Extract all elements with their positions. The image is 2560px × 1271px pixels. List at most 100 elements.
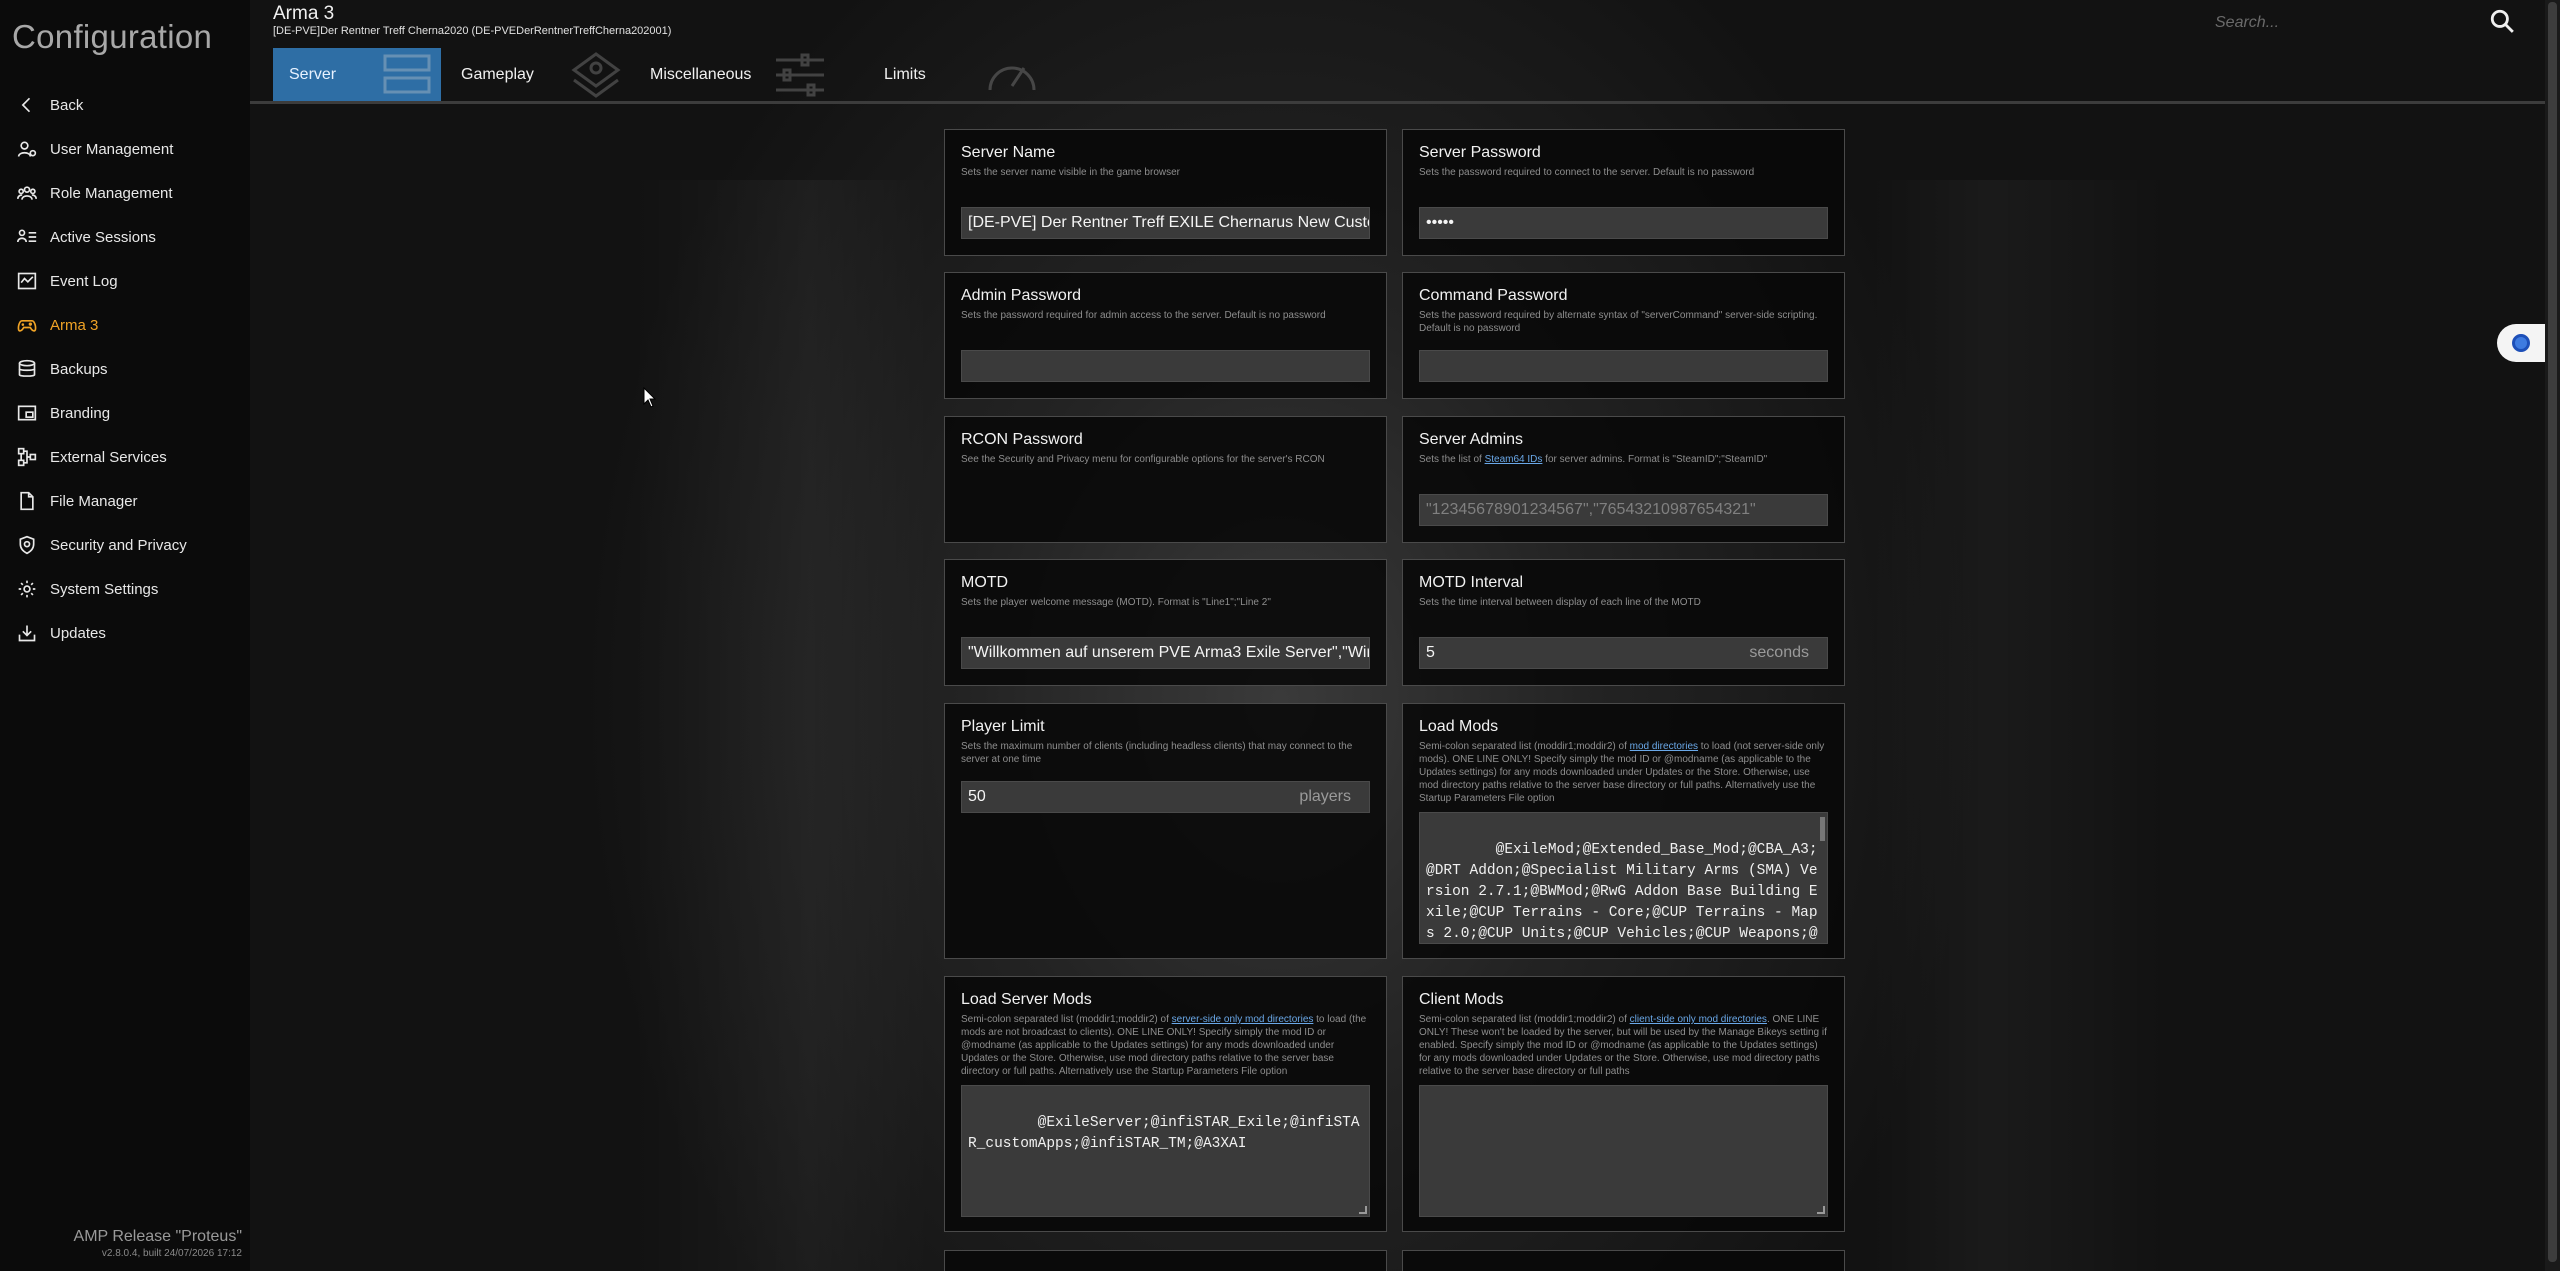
server-icon	[379, 50, 435, 100]
setting-load-mods: Load Mods Semi-colon separated list (mod…	[1402, 703, 1845, 959]
sidebar-item-file-manager[interactable]: File Manager	[0, 479, 250, 523]
gamepad-icon	[16, 314, 38, 336]
setting-rcon-password: RCON Password See the Security and Priva…	[944, 416, 1387, 543]
sidebar-item-label: Active Sessions	[50, 228, 156, 246]
steam64-ids-link[interactable]: Steam64 IDs	[1485, 454, 1543, 465]
setting-server-password: Server Password Sets the password requir…	[1402, 129, 1845, 256]
setting-server-admins: Server Admins Sets the list of Steam64 I…	[1402, 416, 1845, 543]
motd-interval-input[interactable]: 5 seconds	[1419, 637, 1828, 669]
tab-miscellaneous[interactable]: Miscellaneous	[634, 48, 834, 101]
sidebar-item-label: Branding	[50, 404, 111, 422]
server-password-input[interactable]: •••••	[1419, 207, 1828, 239]
setting-description: Semi-colon separated list (moddir1;moddi…	[961, 1013, 1370, 1078]
player-limit-value: 50	[968, 788, 986, 805]
search-bar	[2215, 6, 2515, 40]
controller-icon	[568, 50, 624, 100]
client-mods-textarea[interactable]	[1419, 1085, 1828, 1217]
sidebar-item-system-settings[interactable]: System Settings	[0, 567, 250, 611]
search-input[interactable]	[2215, 6, 2489, 40]
setting-card-partial	[944, 1250, 1387, 1271]
setting-label: Client Mods	[1419, 991, 1504, 1008]
page-scrollbar[interactable]	[2545, 0, 2560, 1271]
sidebar-item-updates[interactable]: Updates	[0, 611, 250, 655]
eye-icon	[2512, 334, 2530, 352]
instance-name: [DE-PVE]Der Rentner Treff Cherna2020 (DE…	[273, 25, 672, 37]
setting-description: Semi-colon separated list (moddir1;moddi…	[1419, 740, 1828, 805]
admin-password-input[interactable]	[961, 350, 1370, 382]
setting-label: Command Password	[1419, 287, 1568, 304]
version-info: AMP Release "Proteus" v2.8.0.4, built 24…	[2, 1228, 242, 1259]
load-mods-value: @ExileMod;@Extended_Base_Mod;@CBA_A3;@DR…	[1426, 842, 1818, 942]
mouse-cursor-icon	[643, 386, 657, 414]
setting-card-partial	[1402, 1250, 1845, 1271]
branding-icon	[16, 402, 38, 424]
sessions-icon	[16, 226, 38, 248]
desc-text: for server admins. Format is "SteamID";"…	[1542, 454, 1768, 465]
textarea-scrollbar[interactable]	[1820, 817, 1825, 841]
desc-text: Sets the list of	[1419, 454, 1485, 465]
setting-player-limit: Player Limit Sets the maximum number of …	[944, 703, 1387, 959]
command-password-input[interactable]	[1419, 350, 1828, 382]
sidebar-item-branding[interactable]: Branding	[0, 391, 250, 435]
setting-admin-password: Admin Password Sets the password require…	[944, 272, 1387, 399]
load-mods-textarea[interactable]: @ExileMod;@Extended_Base_Mod;@CBA_A3;@DR…	[1419, 812, 1828, 944]
sidebar-item-event-log[interactable]: Event Log	[0, 259, 250, 303]
sidebar-item-active-sessions[interactable]: Active Sessions	[0, 215, 250, 259]
setting-command-password: Command Password Sets the password requi…	[1402, 272, 1845, 399]
database-icon	[16, 358, 38, 380]
sidebar-item-label: Updates	[50, 624, 106, 642]
setting-description: See the Security and Privacy menu for co…	[961, 454, 1325, 465]
network-icon	[16, 446, 38, 468]
user-gear-icon	[16, 138, 38, 160]
sidebar-item-security-and-privacy[interactable]: Security and Privacy	[0, 523, 250, 567]
server-admins-input[interactable]: "12345678901234567","76543210987654321"	[1419, 494, 1828, 526]
tab-gameplay[interactable]: Gameplay	[445, 48, 630, 101]
sidebar-item-arma-3[interactable]: Arma 3	[0, 303, 250, 347]
tab-limits[interactable]: Limits	[868, 48, 1046, 101]
motd-input[interactable]: "Willkommen auf unserem PVE Arma3 Exile …	[961, 637, 1370, 669]
sidebar-item-user-management[interactable]: User Management	[0, 127, 250, 171]
mod-directories-link[interactable]: mod directories	[1630, 741, 1698, 752]
search-icon[interactable]	[2489, 8, 2515, 39]
server-side-mod-directories-link[interactable]: server-side only mod directories	[1172, 1014, 1314, 1025]
sidebar-title: Configuration	[12, 18, 213, 55]
resize-handle[interactable]	[1817, 1206, 1825, 1214]
load-server-mods-textarea[interactable]: @ExileServer;@infiSTAR_Exile;@infiSTAR_c…	[961, 1085, 1370, 1217]
gear-icon	[16, 578, 38, 600]
tab-server[interactable]: Server	[273, 48, 441, 101]
setting-description: Sets the time interval between display o…	[1419, 597, 1701, 608]
resize-handle[interactable]	[1359, 1206, 1367, 1214]
tab-label: Limits	[884, 65, 926, 83]
motd-interval-value: 5	[1426, 644, 1435, 661]
setting-client-mods: Client Mods Semi-colon separated list (m…	[1402, 976, 1845, 1232]
setting-label: Load Server Mods	[961, 991, 1092, 1008]
desc-text: Semi-colon separated list (moddir1;moddi…	[961, 1014, 1172, 1025]
tab-label: Miscellaneous	[650, 65, 752, 83]
sidebar: Configuration Back User Management Role …	[0, 0, 250, 1271]
event-log-icon	[16, 270, 38, 292]
setting-description: Sets the password required for admin acc…	[961, 310, 1326, 321]
users-icon	[16, 182, 38, 204]
sidebar-item-role-management[interactable]: Role Management	[0, 171, 250, 215]
main-area: Arma 3 [DE-PVE]Der Rentner Treff Cherna2…	[250, 0, 2545, 1271]
sidebar-item-label: External Services	[50, 448, 167, 466]
file-icon	[16, 490, 38, 512]
server-name-input[interactable]: [DE-PVE] Der Rentner Treff EXILE Chernar…	[961, 207, 1370, 239]
tab-label: Gameplay	[461, 65, 534, 83]
unit-label: seconds	[1749, 644, 1809, 661]
setting-description: Sets the player welcome message (MOTD). …	[961, 597, 1271, 608]
setting-label: MOTD	[961, 574, 1009, 591]
sidebar-item-label: Role Management	[50, 184, 173, 202]
setting-label: Server Admins	[1419, 431, 1524, 448]
load-server-mods-value: @ExileServer;@infiSTAR_Exile;@infiSTAR_c…	[968, 1115, 1360, 1152]
sidebar-item-external-services[interactable]: External Services	[0, 435, 250, 479]
sidebar-item-backups[interactable]: Backups	[0, 347, 250, 391]
setting-description: Sets the server name visible in the game…	[961, 167, 1180, 178]
player-limit-input[interactable]: 50 players	[961, 781, 1370, 813]
sidebar-item-back[interactable]: Back	[0, 83, 250, 127]
sliders-icon	[772, 50, 828, 100]
scrollbar-thumb[interactable]	[2548, 2, 2557, 1262]
side-widget-button[interactable]	[2497, 324, 2545, 362]
setting-label: RCON Password	[961, 431, 1083, 448]
client-side-mod-directories-link[interactable]: client-side only mod directories	[1630, 1014, 1767, 1025]
